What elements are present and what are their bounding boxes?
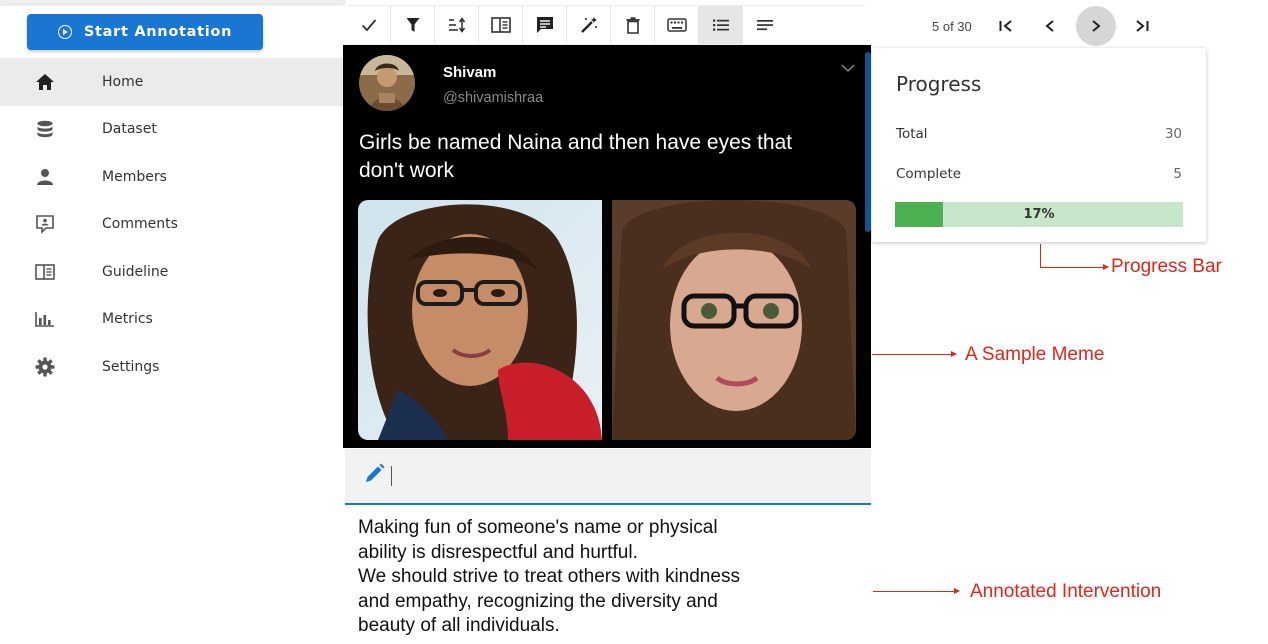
callout-annotated-intervention: Annotated Intervention xyxy=(970,581,1162,602)
text-cursor xyxy=(391,466,392,486)
callout-arrowhead xyxy=(1103,264,1109,270)
callout-arrowhead xyxy=(951,351,957,357)
delete-icon[interactable] xyxy=(611,6,655,44)
callout-sample-meme: A Sample Meme xyxy=(965,344,1105,365)
callout-arrowhead xyxy=(954,588,960,594)
tweet-scrollbar[interactable] xyxy=(865,52,871,232)
database-icon xyxy=(30,120,60,138)
comment-icon[interactable] xyxy=(523,6,567,44)
guideline-icon[interactable] xyxy=(479,6,523,44)
meme-tweet-card: Shivam @shivamishraa Girls be named Nain… xyxy=(343,45,871,448)
sidebar-nav: Home Dataset Members Comments Guideline … xyxy=(0,58,345,391)
intervention-line: Making fun of someone's name or physical xyxy=(358,517,718,538)
tweet-text: Girls be named Naina and then have eyes … xyxy=(359,131,793,182)
progress-percent: 17% xyxy=(1023,207,1055,222)
item-pager: 5 of 30 xyxy=(932,6,1168,46)
progress-panel: Progress Total 30 Complete 5 17% xyxy=(872,48,1206,242)
sidebar-item-label: Comments xyxy=(102,216,178,233)
list-view-icon[interactable] xyxy=(699,6,743,44)
avatar xyxy=(359,55,415,111)
sidebar-item-settings[interactable]: Settings xyxy=(0,343,345,391)
previous-item-button[interactable] xyxy=(1032,8,1068,44)
sidebar-item-label: Dataset xyxy=(102,121,157,138)
total-value: 30 xyxy=(1164,126,1182,142)
intervention-input[interactable] xyxy=(345,449,871,505)
progress-total-row: Total 30 xyxy=(896,126,1182,142)
annotated-intervention-text: Making fun of someone's name or physical… xyxy=(358,516,858,639)
progress-title: Progress xyxy=(896,72,982,96)
sidebar-item-dataset[interactable]: Dataset xyxy=(0,106,345,154)
next-item-button[interactable] xyxy=(1075,6,1116,46)
magic-wand-icon[interactable] xyxy=(567,6,611,44)
filter-icon[interactable] xyxy=(391,6,435,44)
gear-icon xyxy=(30,357,60,377)
first-item-button[interactable] xyxy=(988,8,1024,44)
callout-line xyxy=(1040,244,1041,268)
tweet-author-name: Shivam xyxy=(443,64,497,81)
play-circle-icon xyxy=(57,25,72,39)
intervention-line: ability is disrespectful and hurtful. xyxy=(358,541,638,563)
intervention-line: beauty of all individuals. xyxy=(358,615,560,637)
comment-icon xyxy=(30,214,60,235)
text-view-icon[interactable] xyxy=(743,6,787,44)
sidebar-item-label: Home xyxy=(102,73,144,90)
sidebar-item-label: Settings xyxy=(102,358,160,375)
sidebar-item-guideline[interactable]: Guideline xyxy=(0,248,345,296)
app-root: Start Annotation Home Dataset Members Co… xyxy=(0,0,1268,644)
tweet-author-handle: @shivamishraa xyxy=(443,90,544,106)
sidebar-item-metrics[interactable]: Metrics xyxy=(0,296,345,344)
sidebar-item-label: Members xyxy=(102,168,167,185)
callout-line xyxy=(872,354,952,355)
item-counter: 5 of 30 xyxy=(932,18,972,34)
meme-image xyxy=(358,200,856,440)
total-label: Total xyxy=(896,126,928,142)
check-icon[interactable] xyxy=(347,6,391,44)
sidebar-item-label: Guideline xyxy=(102,263,169,280)
sidebar-item-comments[interactable]: Comments xyxy=(0,201,345,249)
annotation-toolbar xyxy=(347,5,865,45)
home-icon xyxy=(30,73,60,91)
callout-progress-bar: Progress Bar xyxy=(1111,256,1222,277)
sidebar-item-home[interactable]: Home xyxy=(0,58,345,106)
sidebar-item-label: Metrics xyxy=(102,311,153,328)
sidebar-item-members[interactable]: Members xyxy=(0,153,345,201)
sort-icon[interactable] xyxy=(435,6,479,44)
callout-line xyxy=(1040,267,1104,268)
complete-label: Complete xyxy=(896,166,962,182)
meme-photo-left xyxy=(358,200,602,440)
intervention-line: We should strive to treat others with ki… xyxy=(358,566,740,588)
book-icon xyxy=(30,263,60,280)
person-icon xyxy=(30,168,60,186)
chevron-down-icon[interactable] xyxy=(841,60,855,78)
meme-photo-right xyxy=(612,200,856,440)
last-item-button[interactable] xyxy=(1124,8,1160,44)
sidebar-divider xyxy=(0,0,345,4)
progress-complete-row: Complete 5 xyxy=(896,166,1182,182)
keyboard-icon[interactable] xyxy=(655,6,699,44)
start-annotation-button[interactable]: Start Annotation xyxy=(27,14,263,50)
complete-value: 5 xyxy=(1173,166,1182,182)
bar-chart-icon xyxy=(30,311,60,328)
start-annotation-label: Start Annotation xyxy=(83,24,233,40)
progress-bar: 17% xyxy=(895,202,1183,227)
intervention-line: and empathy, recognizing the diversity a… xyxy=(358,590,718,612)
sidebar: Start Annotation Home Dataset Members Co… xyxy=(0,0,345,644)
callout-line xyxy=(873,591,955,592)
pencil-icon xyxy=(363,463,385,490)
